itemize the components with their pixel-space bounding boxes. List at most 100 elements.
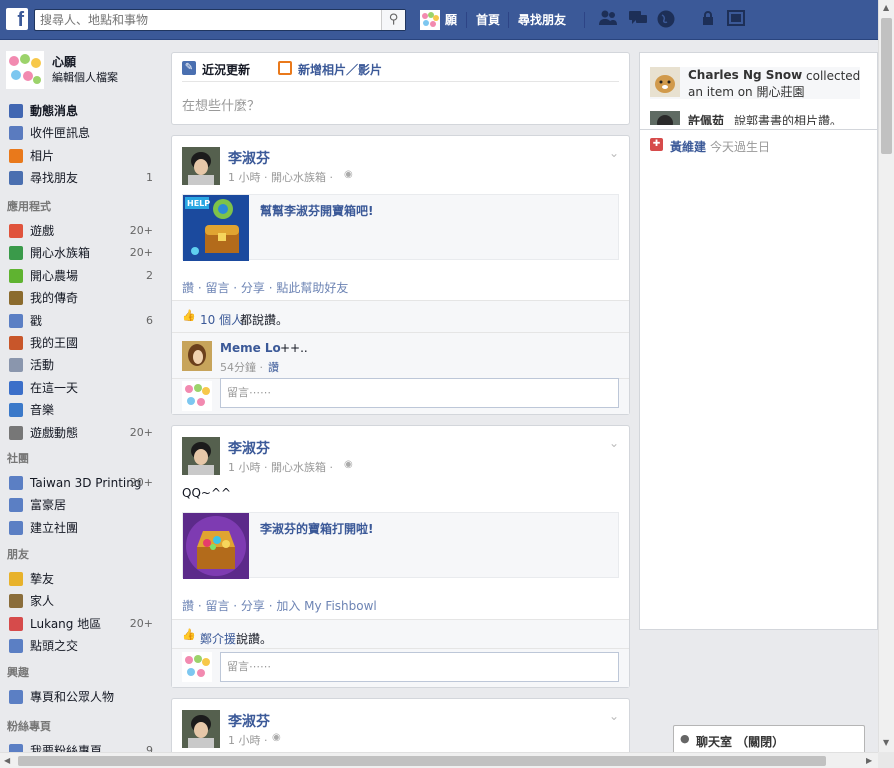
birthday-reminder[interactable]: ✚ 黃維建 今天過生日 [650, 137, 876, 155]
sidebar-item-apps[interactable]: 我的王國 [0, 332, 160, 354]
section-header-fanpages[interactable]: 粉絲專頁 [7, 718, 51, 734]
ticker-avatar [650, 111, 680, 125]
notifications-globe-icon[interactable] [656, 10, 676, 30]
sidebar-item-apps[interactable]: 遊戲動態 20+ [0, 422, 160, 444]
scroll-up-arrow-icon[interactable]: ▲ [883, 3, 889, 12]
comment-input[interactable]: 留言⋯⋯ [220, 652, 619, 682]
app-attachment[interactable]: HELP 幫幫李淑芬開寶箱吧! [182, 194, 619, 261]
poster-name[interactable]: 李淑芬 [228, 438, 270, 458]
divider [172, 648, 629, 649]
composer: ✎ 近況更新 新增相片／影片 在想些什麼？ [171, 52, 630, 125]
sidebar-item-groups[interactable]: 建立社團 [0, 517, 160, 539]
horizontal-scrollbar[interactable]: ◀ ▶ [0, 752, 878, 768]
sidebar-item-count: 20+ [129, 476, 153, 489]
sidebar-item-label: 開心水族箱 [30, 246, 91, 261]
poster-avatar[interactable] [182, 147, 220, 185]
on-this-day-icon [9, 380, 23, 395]
privacy-shortcuts-icon[interactable] [698, 10, 718, 30]
section-header-groups[interactable]: 社團 [7, 450, 29, 466]
ticker-panel: Charles Ng Snow collected an item on 開心莊… [639, 52, 878, 630]
vertical-scrollbar[interactable]: ▲ ▼ [878, 0, 894, 752]
section-header-friends[interactable]: 朋友 [7, 546, 29, 562]
comment-input[interactable]: 留言⋯⋯ [220, 378, 619, 408]
sidebar-item-favorites[interactable]: 尋找朋友 1 [0, 167, 160, 189]
sidebar-item-friends[interactable]: Lukang 地區 20+ [0, 613, 160, 635]
comment-like-link[interactable]: 讚 [268, 359, 279, 375]
feed-story: 李淑芬 1 小時 · 開心水族箱 · ◉ ⌄ QQ~^^ 李淑芬的寶箱打開啦! … [171, 425, 630, 688]
sidebar-item-label: 專頁和公眾人物 [30, 690, 115, 704]
divider [508, 12, 509, 28]
likes-count-link[interactable]: 鄭介援 [200, 630, 236, 647]
composer-input[interactable]: 在想些什麼？ [182, 95, 612, 114]
section-header-interests[interactable]: 興趣 [7, 664, 29, 680]
sidebar-item-label: 在這一天 [30, 380, 79, 395]
sidebar-item-apps[interactable]: 開心水族箱 20+ [0, 242, 160, 264]
find-friends-link[interactable]: 尋找朋友 [518, 0, 566, 40]
profile-name[interactable]: 心願 [52, 53, 76, 70]
attachment-title[interactable]: 李淑芬的寶箱打開啦! [260, 520, 373, 537]
birthday-name[interactable]: 黃維建 [670, 138, 706, 155]
scroll-down-arrow-icon[interactable]: ▼ [883, 738, 889, 747]
sidebar-item-label: 我的王國 [30, 336, 79, 350]
account-settings-icon[interactable] [726, 10, 746, 30]
section-header-apps[interactable]: 應用程式 [7, 198, 51, 214]
ticker-name[interactable]: 許佩茹 [688, 112, 724, 125]
ticker-story[interactable]: 許佩茹 說郭書書的相片讚。 [650, 111, 860, 125]
chevron-down-icon[interactable]: ⌄ [609, 436, 619, 450]
post-body: QQ~^^ [182, 486, 232, 500]
friend-requests-icon[interactable] [598, 10, 618, 30]
scroll-thumb[interactable] [18, 756, 826, 766]
poster-name[interactable]: 李淑芬 [228, 148, 270, 168]
sidebar-item-label: 富豪居 [30, 498, 67, 513]
scroll-right-arrow-icon[interactable]: ▶ [866, 756, 872, 765]
app-attachment[interactable]: 李淑芬的寶箱打開啦! [182, 512, 619, 579]
sidebar-item-apps[interactable]: 開心農場 2 [0, 265, 160, 287]
sidebar-item-label: 開心農場 [30, 268, 79, 283]
messages-icon [9, 126, 23, 141]
sidebar-item-favorites[interactable]: 相片 [0, 145, 160, 167]
acquaintances-icon [9, 639, 23, 654]
poster-avatar[interactable] [182, 437, 220, 475]
home-link[interactable]: 首頁 [476, 0, 500, 40]
chevron-down-icon[interactable]: ⌄ [609, 709, 619, 723]
sidebar-item-interests[interactable]: 專頁和公眾人物 [0, 686, 160, 708]
edit-profile-link[interactable]: 編輯個人檔案 [52, 69, 118, 85]
post-actions[interactable]: 讚 · 留言 · 分享 · 點此幫助好友 [182, 279, 348, 296]
ticker-story[interactable]: Charles Ng Snow collected an item on 開心莊… [650, 67, 860, 99]
sidebar-item-groups[interactable]: Taiwan 3D Printing 20+ [0, 472, 160, 494]
sidebar-item-groups[interactable]: 富豪居 [0, 494, 160, 516]
search-icon[interactable]: ⚲ [381, 10, 405, 30]
sidebar-item-apps[interactable]: 活動 [0, 354, 160, 376]
sidebar-item-count: 6 [146, 313, 153, 327]
sidebar-item-apps[interactable]: 遊戲 20+ [0, 220, 160, 242]
scroll-thumb[interactable] [881, 18, 892, 154]
commenter-avatar[interactable] [182, 341, 212, 371]
sidebar-item-favorites[interactable]: 動態消息 [0, 100, 160, 122]
likes-count-link[interactable]: 10 個人 [200, 311, 243, 328]
farm-icon [9, 268, 23, 283]
poster-name[interactable]: 李淑芬 [228, 711, 270, 731]
sidebar-item-favorites[interactable]: 收件匣訊息 [0, 122, 160, 144]
messages-icon[interactable] [628, 10, 648, 30]
sidebar-item-apps[interactable]: 戳6 [0, 310, 160, 332]
post-actions[interactable]: 讚 · 留言 · 分享 · 加入 My Fishbowl [182, 597, 377, 614]
poster-avatar[interactable] [182, 710, 220, 748]
commenter-name[interactable]: Meme Lo [220, 341, 281, 355]
sidebar-item-apps[interactable]: 在這一天 [0, 377, 160, 399]
group-icon [9, 476, 23, 490]
sidebar-item-apps[interactable]: 我的傳奇 [0, 287, 160, 309]
profile-box[interactable]: 心願 編輯個人檔案 [6, 51, 160, 89]
sidebar-item-friends[interactable]: 點頭之交 [0, 635, 160, 657]
scroll-left-arrow-icon[interactable]: ◀ [4, 756, 10, 765]
sidebar-item-friends[interactable]: 摯友 [0, 568, 160, 590]
chevron-down-icon[interactable]: ⌄ [609, 146, 619, 160]
facebook-logo[interactable]: f [6, 8, 28, 30]
attachment-title[interactable]: 幫幫李淑芬開寶箱吧! [260, 202, 373, 219]
search-input[interactable] [35, 10, 375, 30]
sidebar-item-apps[interactable]: 音樂 [0, 399, 160, 421]
sidebar-item-friends[interactable]: 家人 [0, 590, 160, 612]
chat-bar[interactable]: ● 聊天室 （關閉） [673, 725, 865, 753]
sidebar-item-label: 收件匣訊息 [30, 126, 91, 141]
status-tab-label: 近況更新 [202, 63, 251, 77]
home-icon [9, 594, 23, 609]
